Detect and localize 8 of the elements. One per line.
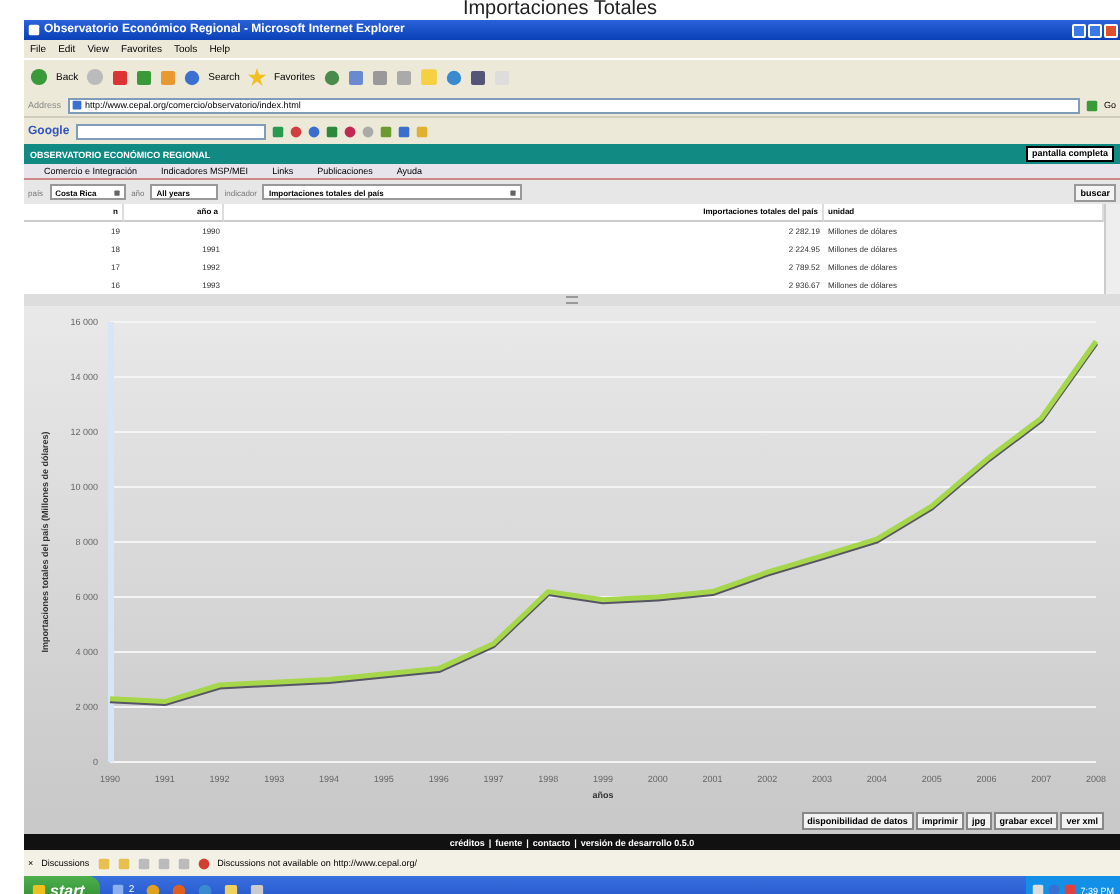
google-search-field[interactable]	[75, 123, 266, 139]
scrollbar[interactable]	[1104, 204, 1120, 294]
splitter-handle[interactable]	[566, 296, 578, 304]
minimize-button[interactable]	[1072, 23, 1086, 37]
close-button[interactable]	[1104, 23, 1118, 37]
maximize-button[interactable]	[1088, 23, 1102, 37]
page-caption: Importaciones Totales	[460, 0, 660, 20]
star-icon[interactable]	[247, 68, 266, 86]
